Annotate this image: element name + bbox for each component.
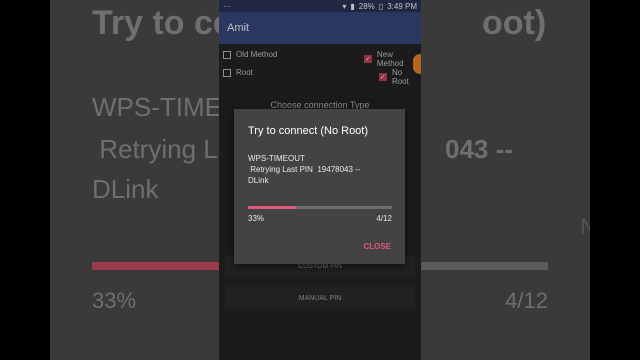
dialog-message: WPS-TIMEOUT Retrying Last PIN 19478043 -…: [248, 154, 361, 185]
background-message-line3: DLink: [92, 174, 159, 204]
background-message-line2-tail: 043 --: [445, 134, 513, 164]
dialog-progress-percent: 33%: [248, 214, 265, 223]
background-message-line2: Retrying La: [92, 134, 233, 164]
background-title: Try to co: [92, 4, 234, 42]
background-progress-percent: 33%: [92, 288, 137, 313]
background-edge-right: N: [580, 214, 590, 239]
dialog-progress-count: 4/12: [376, 214, 392, 223]
background-progress-count: 4/12: [505, 288, 548, 313]
dialog-title: Try to connect (No Root): [248, 125, 369, 137]
background-title-tail: oot): [482, 4, 547, 42]
connect-dialog: Try to connect (No Root) WPS-TIMEOUT Ret…: [234, 109, 405, 264]
dialog-progress-fill: [248, 206, 296, 209]
close-button[interactable]: CLOSE: [363, 242, 391, 251]
dialog-progress-bar: [248, 206, 392, 209]
